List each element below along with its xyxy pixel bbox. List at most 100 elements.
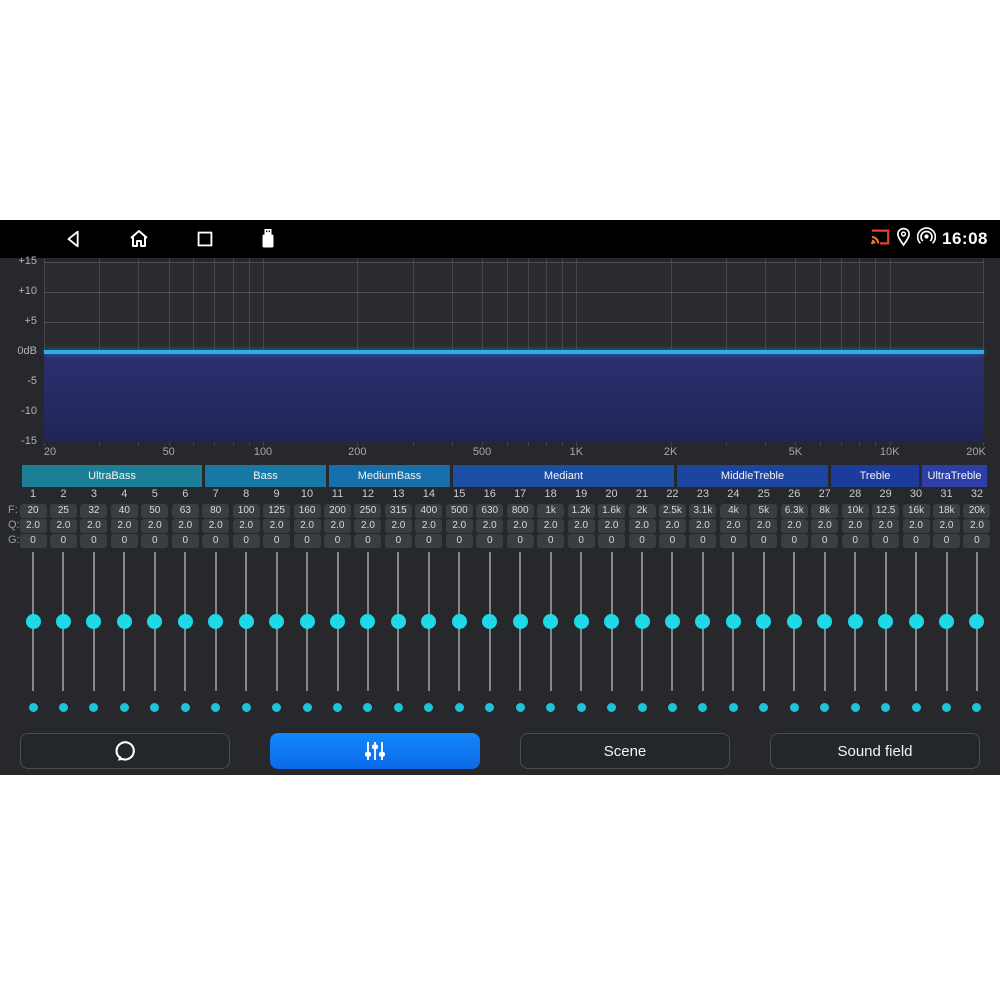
band-gain-chip[interactable]: 0 xyxy=(324,534,351,548)
band-freq-chip[interactable]: 2.5k xyxy=(659,504,686,518)
gain-slider-knob[interactable] xyxy=(360,614,375,629)
band-q-chip[interactable]: 2.0 xyxy=(446,519,473,533)
gain-slider-knob[interactable] xyxy=(665,614,680,629)
band-freq-chip[interactable]: 3.1k xyxy=(689,504,716,518)
band-gain-chip[interactable]: 0 xyxy=(598,534,625,548)
band-freq-chip[interactable]: 200 xyxy=(324,504,351,518)
band-gain-chip[interactable]: 0 xyxy=(933,534,960,548)
band-group-ultratreble[interactable]: UltraTreble xyxy=(922,465,987,487)
band-q-chip[interactable]: 2.0 xyxy=(507,519,534,533)
band-gain-chip[interactable]: 0 xyxy=(415,534,442,548)
band-gain-chip[interactable]: 0 xyxy=(111,534,138,548)
band-q-chip[interactable]: 2.0 xyxy=(141,519,168,533)
band-gain-chip[interactable]: 0 xyxy=(50,534,77,548)
gain-slider-knob[interactable] xyxy=(239,614,254,629)
band-gain-chip[interactable]: 0 xyxy=(781,534,808,548)
gain-slider-knob[interactable] xyxy=(909,614,924,629)
band-freq-chip[interactable]: 2k xyxy=(629,504,656,518)
gain-slider-knob[interactable] xyxy=(756,614,771,629)
gain-slider-knob[interactable] xyxy=(482,614,497,629)
band-q-chip[interactable]: 2.0 xyxy=(689,519,716,533)
band-gain-chip[interactable]: 0 xyxy=(689,534,716,548)
band-freq-chip[interactable]: 250 xyxy=(354,504,381,518)
back-icon[interactable] xyxy=(62,227,86,251)
band-q-chip[interactable]: 2.0 xyxy=(111,519,138,533)
gain-slider-knob[interactable] xyxy=(787,614,802,629)
band-freq-chip[interactable]: 32 xyxy=(80,504,107,518)
band-freq-chip[interactable]: 10k xyxy=(842,504,869,518)
band-gain-chip[interactable]: 0 xyxy=(80,534,107,548)
band-gain-chip[interactable]: 0 xyxy=(507,534,534,548)
band-freq-chip[interactable]: 100 xyxy=(233,504,260,518)
band-q-chip[interactable]: 2.0 xyxy=(781,519,808,533)
band-q-chip[interactable]: 2.0 xyxy=(324,519,351,533)
band-gain-chip[interactable]: 0 xyxy=(476,534,503,548)
band-freq-chip[interactable]: 6.3k xyxy=(781,504,808,518)
gain-slider-knob[interactable] xyxy=(513,614,528,629)
band-gain-chip[interactable]: 0 xyxy=(568,534,595,548)
band-q-chip[interactable]: 2.0 xyxy=(50,519,77,533)
gain-slider-knob[interactable] xyxy=(452,614,467,629)
gain-slider-knob[interactable] xyxy=(969,614,984,629)
band-q-chip[interactable]: 2.0 xyxy=(811,519,838,533)
gain-slider-knob[interactable] xyxy=(848,614,863,629)
band-q-chip[interactable]: 2.0 xyxy=(80,519,107,533)
band-q-chip[interactable]: 2.0 xyxy=(933,519,960,533)
band-freq-chip[interactable]: 80 xyxy=(202,504,229,518)
gain-slider-knob[interactable] xyxy=(878,614,893,629)
gain-slider-knob[interactable] xyxy=(26,614,41,629)
band-q-chip[interactable]: 2.0 xyxy=(659,519,686,533)
band-q-chip[interactable]: 2.0 xyxy=(750,519,777,533)
band-group-mediumbass[interactable]: MediumBass xyxy=(329,465,450,487)
equalizer-button[interactable] xyxy=(270,733,480,769)
band-q-chip[interactable]: 2.0 xyxy=(903,519,930,533)
band-q-chip[interactable]: 2.0 xyxy=(415,519,442,533)
band-group-middletreble[interactable]: MiddleTreble xyxy=(677,465,828,487)
gain-slider-knob[interactable] xyxy=(208,614,223,629)
band-gain-chip[interactable]: 0 xyxy=(141,534,168,548)
gain-slider-knob[interactable] xyxy=(817,614,832,629)
band-freq-chip[interactable]: 40 xyxy=(111,504,138,518)
gain-slider-knob[interactable] xyxy=(269,614,284,629)
gain-slider-knob[interactable] xyxy=(421,614,436,629)
band-freq-chip[interactable]: 1.2k xyxy=(568,504,595,518)
gain-slider-knob[interactable] xyxy=(543,614,558,629)
band-freq-chip[interactable]: 400 xyxy=(415,504,442,518)
band-gain-chip[interactable]: 0 xyxy=(263,534,290,548)
band-q-chip[interactable]: 2.0 xyxy=(568,519,595,533)
band-freq-chip[interactable]: 18k xyxy=(933,504,960,518)
band-gain-chip[interactable]: 0 xyxy=(629,534,656,548)
band-gain-chip[interactable]: 0 xyxy=(750,534,777,548)
band-freq-chip[interactable]: 16k xyxy=(903,504,930,518)
band-group-mediant[interactable]: Mediant xyxy=(453,465,674,487)
band-q-chip[interactable]: 2.0 xyxy=(476,519,503,533)
band-q-chip[interactable]: 2.0 xyxy=(629,519,656,533)
gain-slider-knob[interactable] xyxy=(56,614,71,629)
band-freq-chip[interactable]: 5k xyxy=(750,504,777,518)
band-freq-chip[interactable]: 1k xyxy=(537,504,564,518)
band-gain-chip[interactable]: 0 xyxy=(294,534,321,548)
band-freq-chip[interactable]: 125 xyxy=(263,504,290,518)
band-freq-chip[interactable]: 800 xyxy=(507,504,534,518)
band-q-chip[interactable]: 2.0 xyxy=(537,519,564,533)
band-freq-chip[interactable]: 25 xyxy=(50,504,77,518)
gain-slider-knob[interactable] xyxy=(574,614,589,629)
band-freq-chip[interactable]: 12.5 xyxy=(872,504,899,518)
gain-slider-knob[interactable] xyxy=(726,614,741,629)
band-q-chip[interactable]: 2.0 xyxy=(385,519,412,533)
band-gain-chip[interactable]: 0 xyxy=(446,534,473,548)
band-freq-chip[interactable]: 20k xyxy=(963,504,990,518)
gain-slider-knob[interactable] xyxy=(86,614,101,629)
band-gain-chip[interactable]: 0 xyxy=(811,534,838,548)
band-q-chip[interactable]: 2.0 xyxy=(354,519,381,533)
gain-slider-knob[interactable] xyxy=(330,614,345,629)
band-q-chip[interactable]: 2.0 xyxy=(872,519,899,533)
band-q-chip[interactable]: 2.0 xyxy=(20,519,47,533)
band-group-bass[interactable]: Bass xyxy=(205,465,326,487)
band-freq-chip[interactable]: 315 xyxy=(385,504,412,518)
band-group-treble[interactable]: Treble xyxy=(831,465,919,487)
band-gain-chip[interactable]: 0 xyxy=(172,534,199,548)
band-freq-chip[interactable]: 160 xyxy=(294,504,321,518)
band-gain-chip[interactable]: 0 xyxy=(20,534,47,548)
band-group-ultrabass[interactable]: UltraBass xyxy=(22,465,202,487)
